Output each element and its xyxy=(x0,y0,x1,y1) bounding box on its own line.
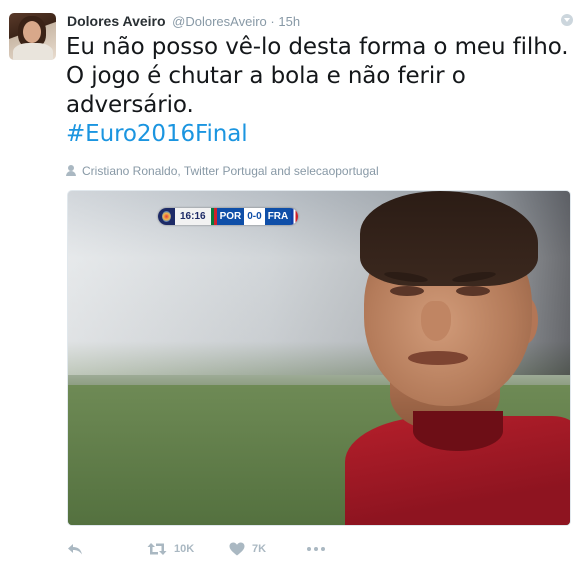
player-collar xyxy=(413,411,503,451)
caret-down-icon[interactable] xyxy=(561,14,573,26)
match-clock: 16:16 xyxy=(175,208,211,225)
tweet-media-photo[interactable]: 16:16 POR 0-0 FRA xyxy=(67,190,571,526)
player-mouth xyxy=(408,351,468,365)
heart-icon xyxy=(229,542,245,556)
euro-logo-icon xyxy=(158,208,175,225)
tweet-body: Eu não posso vê-lo desta forma o meu fil… xyxy=(66,34,569,118)
author-name[interactable]: Dolores Aveiro xyxy=(67,13,166,29)
retweet-count: 10K xyxy=(174,543,195,555)
tweet-header: Dolores Aveiro @DoloresAveiro · 15h xyxy=(67,12,300,30)
player-eye-left xyxy=(390,286,424,296)
person-icon xyxy=(66,165,76,176)
more-icon xyxy=(307,547,325,551)
header-separator: · xyxy=(270,14,275,29)
match-score: 0-0 xyxy=(244,208,265,225)
tagged-people-label: Cristiano Ronaldo, Twitter Portugal and … xyxy=(82,164,379,178)
more-button[interactable] xyxy=(307,539,325,559)
author-avatar[interactable] xyxy=(9,13,56,60)
tweet-text: Eu não posso vê-lo desta forma o meu fil… xyxy=(66,33,571,149)
reply-button[interactable] xyxy=(67,539,83,559)
tweet-timestamp[interactable]: 15h xyxy=(278,14,300,29)
tagged-people[interactable]: Cristiano Ronaldo, Twitter Portugal and … xyxy=(66,163,379,179)
like-count: 7K xyxy=(252,543,267,555)
tv-scorebug: 16:16 POR 0-0 FRA xyxy=(158,208,299,225)
hashtag-link[interactable]: #Euro2016Final xyxy=(66,120,571,149)
retweet-button[interactable]: 10K xyxy=(147,539,194,559)
reply-icon xyxy=(68,544,82,555)
tweet: Dolores Aveiro @DoloresAveiro · 15h Eu n… xyxy=(0,0,583,572)
away-team: FRA xyxy=(264,208,292,225)
home-team: POR xyxy=(216,208,245,225)
like-button[interactable]: 7K xyxy=(229,539,266,559)
tweet-actions: 10K 7K xyxy=(67,539,367,559)
author-handle[interactable]: @DoloresAveiro xyxy=(172,14,267,29)
player-eye-right xyxy=(456,286,490,296)
player-nose xyxy=(421,301,451,341)
retweet-icon xyxy=(147,543,167,555)
